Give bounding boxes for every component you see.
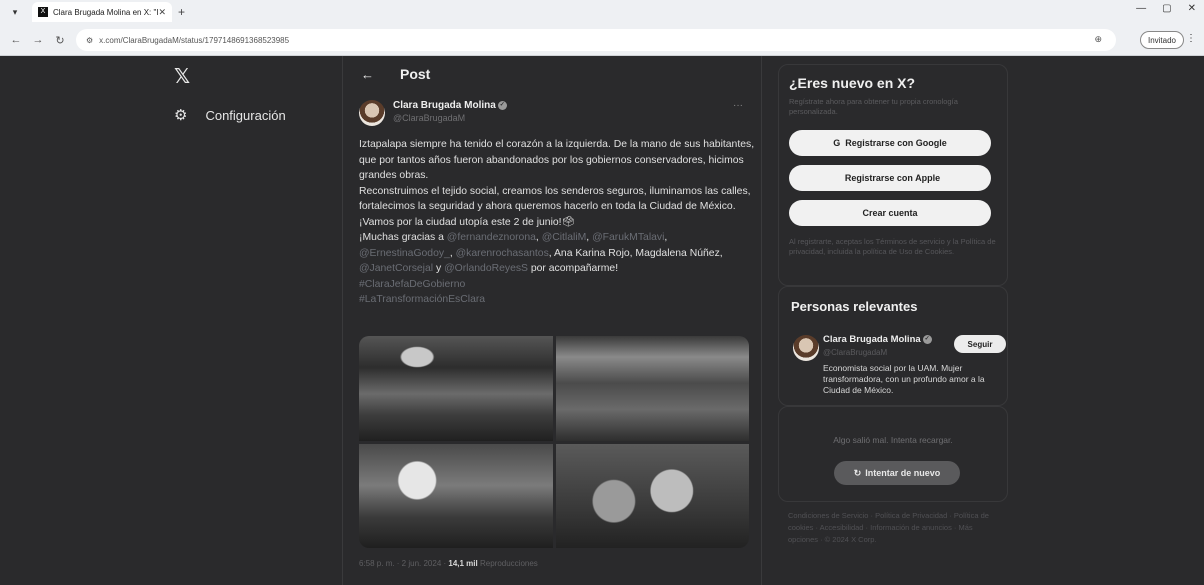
google-icon: G (833, 138, 841, 148)
browser-tab[interactable]: X Clara Brugada Molina en X: "Izt ✕ (32, 2, 172, 22)
verified-badge-icon: ✓ (497, 100, 507, 110)
post-stats: 6:58 p. m. · 2 jun. 2024 · 14,1 mil Repr… (359, 559, 538, 568)
relevant-people-panel: Personas relevantes Clara Brugada Molina… (778, 286, 1008, 406)
guest-profile-button[interactable]: Invitado (1139, 31, 1184, 49)
follow-button[interactable]: Seguir (954, 335, 1006, 353)
error-panel: Algo salió mal. Intenta recargar. ↻ Inte… (778, 406, 1008, 502)
maximize-icon[interactable]: ▢ (1162, 3, 1171, 14)
button-label: Registrarse con Google (845, 138, 947, 148)
hashtag-link[interactable]: #LaTransformaciónEsClara (359, 292, 755, 308)
error-message: Algo salió mal. Intenta recargar. (833, 435, 953, 445)
post-author[interactable]: Clara Brugada Molina ✓ @ClaraBrugadaM (359, 100, 507, 126)
post-photo[interactable] (359, 336, 553, 441)
url-text[interactable]: x.com/ClaraBrugadaM/status/1797148691368… (99, 36, 289, 45)
right-sidebar: ¿Eres nuevo en X? Regístrate ahora para … (778, 56, 1018, 585)
relevant-bio: Economista social por la UAM. Mujer tran… (823, 363, 985, 395)
and-word: y (435, 263, 442, 274)
post-photo[interactable] (555, 336, 749, 441)
button-label: Registrarse con Apple (844, 173, 941, 183)
post-photo[interactable] (359, 443, 553, 548)
author-handle[interactable]: @ClaraBrugadaM (393, 113, 507, 123)
mention-link[interactable]: @fernandeznorona (447, 232, 536, 243)
window-close-icon[interactable]: ✕ (1188, 3, 1196, 14)
relevant-heading: Personas relevantes (791, 299, 918, 314)
reload-icon[interactable]: ↻ (54, 34, 66, 47)
sidebar-item-label: Configuración (205, 107, 286, 123)
site-info-icon[interactable]: ⚙ (86, 36, 93, 45)
back-arrow-icon[interactable]: ← (361, 67, 374, 82)
google-signup-button[interactable]: G Registrarse con Google (789, 130, 991, 156)
mention-link[interactable]: @karenrochasantos (456, 248, 549, 259)
tab-search-icon[interactable]: ▾ (8, 5, 22, 19)
post-thanks: ¡Muchas gracias a @fernandeznorona, @Cit… (359, 232, 723, 274)
post-text: Iztapalapa siempre ha tenido el corazón … (359, 137, 755, 308)
post-timestamp[interactable]: 6:58 p. m. · 2 jun. 2024 (359, 559, 441, 568)
post-paragraph: Iztapalapa siempre ha tenido el corazón … (359, 139, 755, 181)
mention-link[interactable]: @OrlandoReyesS (444, 263, 528, 274)
post-paragraph: Reconstruimos el tejido social, creamos … (359, 185, 751, 228)
apple-signup-button[interactable]: Registrarse con Apple (789, 165, 991, 191)
avatar[interactable] (359, 100, 385, 126)
author-name[interactable]: Clara Brugada Molina (393, 100, 496, 111)
post-photo[interactable] (555, 443, 749, 548)
verified-badge-icon: ✓ (922, 334, 932, 344)
mention-link[interactable]: @CitlaliM (542, 232, 587, 243)
window-controls: — ▢ ✕ (1136, 3, 1196, 14)
x-page: 𝕏 ⚙ Configuración ← Post Clara Brugada M… (0, 56, 1204, 585)
views-label: Reproducciones (479, 559, 538, 568)
new-tab-button[interactable]: + (178, 5, 185, 19)
x-logo-icon[interactable]: 𝕏 (174, 64, 190, 88)
button-label: Crear cuenta (862, 208, 918, 218)
refresh-icon: ↻ (853, 467, 862, 478)
back-arrow-icon[interactable]: ← (10, 34, 22, 46)
mention-link[interactable]: @ErnestinaGodoy_ (359, 248, 450, 259)
address-bar-row: ← → ↻ ⚙ x.com/ClaraBrugadaM/status/17971… (0, 26, 1204, 54)
signup-panel: ¿Eres nuevo en X? Regístrate ahora para … (778, 64, 1008, 286)
retry-button[interactable]: ↻ Intentar de nuevo (834, 461, 960, 485)
signup-subtext: Regístrate ahora para obtener tu propia … (789, 97, 958, 116)
create-account-button[interactable]: Crear cuenta (789, 200, 991, 226)
page-title: Post (400, 66, 431, 82)
post-column: ← Post Clara Brugada Molina ✓ @ClaraBruga… (342, 56, 762, 585)
x-favicon-icon: X (38, 7, 48, 17)
views-count: 14,1 mil (448, 559, 478, 568)
tab-close-icon[interactable]: ✕ (158, 7, 166, 18)
post-media-grid (359, 336, 749, 548)
signup-heading: ¿Eres nuevo en X? (789, 75, 916, 91)
mention-link[interactable]: @JanetCorsejal (359, 263, 433, 274)
forward-arrow-icon[interactable]: → (32, 34, 44, 46)
post-header: ← Post (361, 66, 430, 82)
relevant-name-row[interactable]: Clara Brugada Molina ✓ (823, 334, 932, 345)
thanks-prefix: ¡Muchas gracias a (359, 232, 447, 243)
relevant-name[interactable]: Clara Brugada Molina (823, 334, 921, 345)
more-options-icon[interactable]: ··· (733, 100, 743, 111)
thanks-names: Ana Karina Rojo, Magdalena Núñez (553, 247, 720, 259)
hashtag-link[interactable]: #ClaraJefaDeGobierno (359, 277, 755, 293)
footer-links[interactable]: Condiciones de Servicio · Política de Pr… (788, 510, 1003, 546)
browser-chrome: ▾ X Clara Brugada Molina en X: "Izt ✕ + … (0, 0, 1204, 56)
mention-link[interactable]: @FarukMTalavi (592, 232, 664, 243)
author-name-row[interactable]: Clara Brugada Molina ✓ (393, 100, 507, 111)
signup-legal-text: Al registrarte, aceptas los Términos de … (789, 237, 996, 256)
gear-icon: ⚙ (174, 107, 188, 124)
sidebar-item-settings[interactable]: ⚙ Configuración (174, 106, 286, 124)
zoom-icon[interactable]: ⊕ (1094, 34, 1102, 45)
avatar[interactable] (793, 335, 819, 361)
button-label: Intentar de nuevo (865, 468, 941, 478)
thanks-suffix: por acompañarme! (530, 263, 619, 274)
browser-menu-icon[interactable]: ⋮ (1186, 33, 1196, 44)
incognito-label: Invitado (1147, 35, 1176, 45)
tab-title: Clara Brugada Molina en X: "Izt (53, 7, 159, 17)
tab-bar: ▾ X Clara Brugada Molina en X: "Izt ✕ + (0, 0, 1204, 24)
minimize-icon[interactable]: — (1136, 3, 1146, 14)
url-bar[interactable]: ⚙ x.com/ClaraBrugadaM/status/17971486913… (76, 29, 1116, 51)
relevant-handle[interactable]: @ClaraBrugadaM (823, 348, 887, 357)
